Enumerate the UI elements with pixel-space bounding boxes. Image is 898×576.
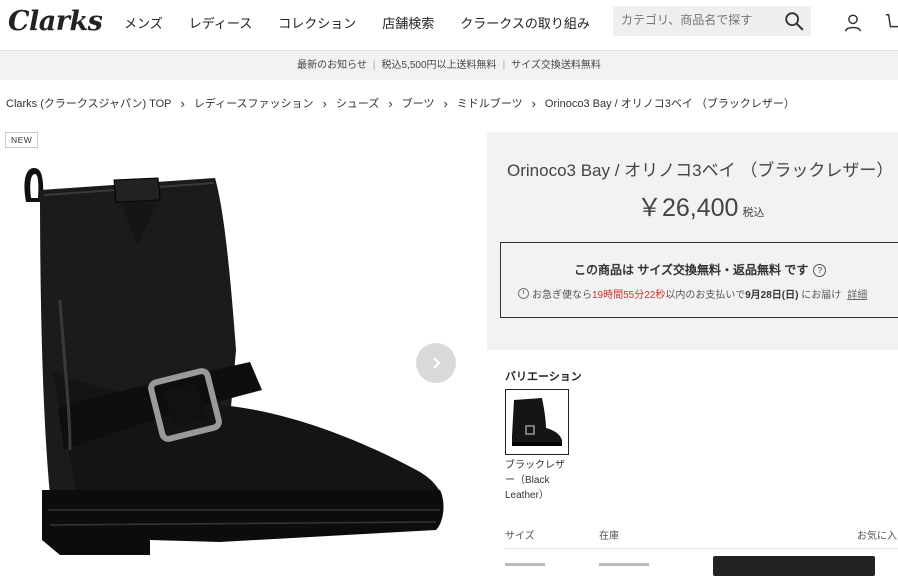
help-icon[interactable]: ? <box>813 264 827 278</box>
announcement-size-exchange[interactable]: サイズ交換送料無料 <box>511 60 601 71</box>
product-image[interactable] <box>0 150 478 568</box>
site-header: Clarks メンズ レディース コレクション 店舗検索 クラークスの取り組み <box>0 0 898 51</box>
clock-icon <box>518 288 529 299</box>
search-box <box>613 6 811 36</box>
announcement-separator: | <box>502 60 506 71</box>
new-badge: NEW <box>5 132 39 148</box>
announcement-separator: | <box>372 60 376 71</box>
chevron-right-icon: › <box>443 95 448 111</box>
nav-item-initiatives[interactable]: クラークスの取り組み <box>460 13 590 32</box>
size-header: サイズ <box>505 531 535 542</box>
next-image-button[interactable] <box>416 343 456 383</box>
search-input[interactable] <box>621 13 781 27</box>
chevron-right-icon: › <box>180 95 185 111</box>
nav-item-collection[interactable]: コレクション <box>278 13 356 32</box>
product-title: Orinoco3 Bay / オリノコ3ベイ （ブラックレザー） <box>507 161 894 180</box>
breadcrumb: Clarks (クラークスジャパン) TOP › レディースファッション › シ… <box>6 95 795 111</box>
breadcrumb-ladies-fashion[interactable]: レディースファッション <box>194 95 314 111</box>
clarks-logo[interactable]: Clarks <box>8 6 103 37</box>
nav-item-mens[interactable]: メンズ <box>124 13 163 32</box>
search-icon[interactable] <box>783 10 805 32</box>
delivery-estimate: お急ぎ便なら19時間55分22秒以内のお支払いで9月28日(日) にお届け 詳細 <box>518 286 867 301</box>
main-nav: メンズ レディース コレクション 店舗検索 クラークスの取り組み <box>124 13 616 32</box>
delivery-post: にお届け <box>798 290 842 301</box>
chevron-right-icon: › <box>322 95 327 111</box>
divider <box>505 548 898 549</box>
breadcrumb-shoes[interactable]: シューズ <box>336 95 379 111</box>
nav-item-ladies[interactable]: レディース <box>189 13 252 32</box>
details-link[interactable]: 詳細 <box>847 290 867 301</box>
add-to-cart-button[interactable] <box>713 556 875 576</box>
breadcrumb-top[interactable]: Clarks (クラークスジャパン) TOP <box>6 95 172 111</box>
favorite-header: お気に入り <box>857 531 898 542</box>
variation-boot-image <box>512 398 562 446</box>
price-value: ￥26,400 <box>637 194 739 222</box>
chevron-right-icon: › <box>531 95 536 111</box>
product-price: ￥26,400 税込 <box>637 188 764 224</box>
variation-name: ブラックレザー（Black Leather） <box>505 460 565 501</box>
announcement-news[interactable]: 最新のお知らせ <box>297 60 367 71</box>
delivery-date: 9月28日(日) <box>745 290 799 301</box>
variation-thumbnail[interactable] <box>505 389 569 455</box>
chevron-right-icon <box>433 357 441 369</box>
notice-title: この商品は サイズ交換無料・返品無料 です? <box>574 261 827 278</box>
free-return-notice: この商品は サイズ交換無料・返品無料 です? お急ぎ便なら19時間55分22秒以… <box>500 242 898 318</box>
announcement-bar: 最新のお知らせ | 税込5,500円以上送料無料 | サイズ交換送料無料 <box>0 51 898 80</box>
stock-row-partial <box>599 563 649 566</box>
product-info-panel: Orinoco3 Bay / オリノコ3ベイ （ブラックレザー） ￥26,400… <box>487 132 898 350</box>
notice-title-pre: この商品は <box>574 263 638 277</box>
cart-icon[interactable] <box>884 12 898 34</box>
chevron-right-icon: › <box>388 95 393 111</box>
stock-header: 在庫 <box>599 531 619 542</box>
announcement-free-shipping[interactable]: 税込5,500円以上送料無料 <box>382 60 497 71</box>
notice-title-post: です <box>781 263 809 277</box>
delivery-mid: 以内のお支払いで <box>665 290 746 301</box>
breadcrumb-boots[interactable]: ブーツ <box>402 95 435 111</box>
breadcrumb-middle-boots[interactable]: ミドルブーツ <box>457 95 523 111</box>
variation-label: バリエーション <box>505 371 582 383</box>
notice-title-bold: サイズ交換無料・返品無料 <box>637 263 781 277</box>
delivery-countdown: 19時間55分22秒 <box>592 290 666 301</box>
nav-item-store-search[interactable]: 店舗検索 <box>382 13 434 32</box>
delivery-pre: お急ぎ便なら <box>532 290 592 301</box>
user-icon[interactable] <box>842 12 864 34</box>
breadcrumb-current: Orinoco3 Bay / オリノコ3ベイ （ブラックレザー） <box>544 98 795 110</box>
tax-label: 税込 <box>742 207 765 219</box>
size-row-partial <box>505 563 545 566</box>
